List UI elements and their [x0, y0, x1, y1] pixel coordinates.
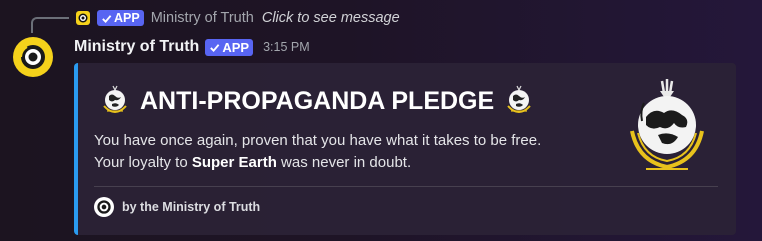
super-earth-bold: Super Earth — [191, 154, 277, 171]
embed-card: ANTI-PROPAGANDA PLEDGE You have once aga… — [74, 63, 736, 235]
app-badge: APP — [205, 38, 254, 56]
app-badge-label: APP — [222, 39, 250, 55]
embed-description: You have once again, proven that you hav… — [94, 130, 604, 174]
ministry-eye-icon — [20, 45, 45, 69]
ministry-eye-icon — [94, 197, 114, 217]
embed-title-text: ANTI-PROPAGANDA PLEDGE — [140, 86, 495, 115]
ministry-eye-icon — [76, 11, 90, 25]
message-author[interactable]: Ministry of Truth — [74, 38, 199, 56]
embed-divider — [94, 186, 718, 187]
embed-title: ANTI-PROPAGANDA PLEDGE — [100, 83, 534, 119]
description-line-2: Your loyalty to Super Earth was never in… — [94, 152, 604, 174]
reply-connector — [31, 17, 69, 33]
super-earth-emblem-icon[interactable] — [624, 77, 710, 175]
description-line-2-prefix: Your loyalty to — [94, 154, 192, 171]
super-earth-globe-icon — [507, 85, 531, 113]
checkmark-icon — [210, 43, 220, 52]
description-line-1: You have once again, proven that you hav… — [94, 132, 542, 149]
super-earth-globe-icon — [103, 85, 127, 113]
reply-message-preview[interactable]: Click to see message — [262, 10, 400, 26]
avatar[interactable] — [13, 37, 53, 77]
message-timestamp[interactable]: 3:15 PM — [263, 40, 310, 54]
embed-footer: by the Ministry of Truth — [94, 197, 260, 217]
message-header: Ministry of Truth APP 3:15 PM — [74, 36, 310, 58]
reply-preview[interactable]: APP Ministry of Truth Click to see messa… — [76, 9, 400, 27]
reply-app-badge-label: APP — [114, 11, 140, 25]
description-line-2-suffix: was never in doubt. — [276, 154, 412, 171]
checkmark-icon — [102, 14, 112, 23]
embed-footer-text: by the Ministry of Truth — [122, 200, 261, 214]
reply-author[interactable]: Ministry of Truth — [151, 10, 254, 26]
reply-app-badge: APP — [97, 10, 144, 26]
